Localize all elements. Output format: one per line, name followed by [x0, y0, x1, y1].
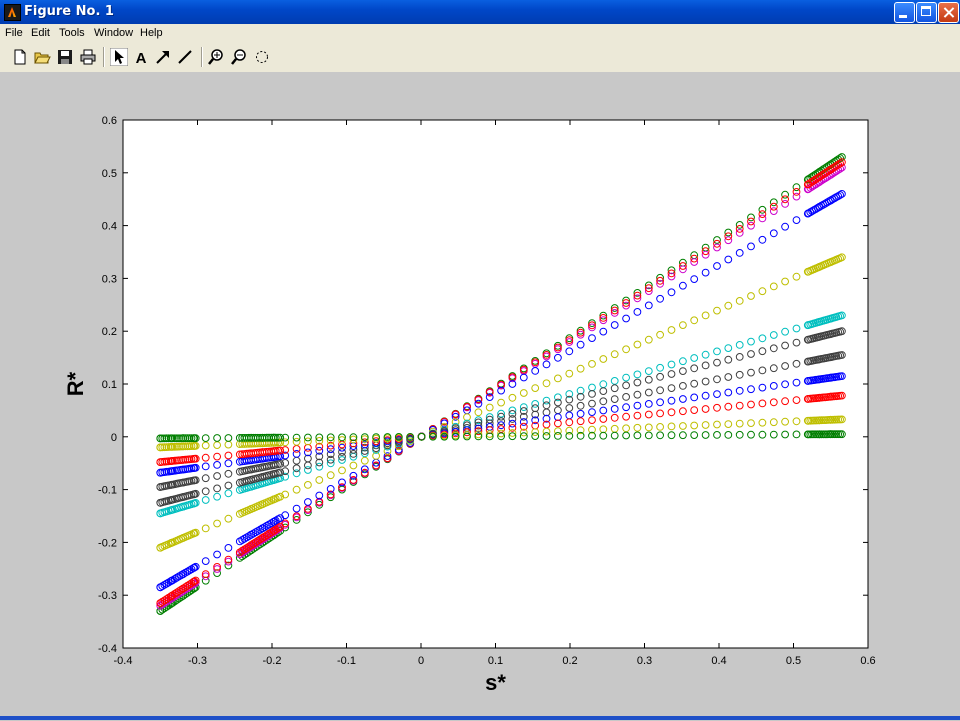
maximize-button[interactable] [916, 2, 937, 23]
toolbar-separator [201, 47, 203, 67]
x-tick-label: 0.3 [637, 655, 652, 667]
menu-edit[interactable]: Edit [31, 27, 50, 39]
save-icon[interactable] [56, 48, 74, 66]
x-axis-label: s* [485, 670, 506, 695]
menu-window[interactable]: Window [94, 27, 133, 39]
y-tick-label: -0.1 [98, 485, 117, 497]
y-tick-label: 0 [111, 432, 117, 444]
print-icon[interactable] [79, 48, 97, 66]
text-icon[interactable]: A [132, 48, 150, 66]
y-tick-label: 0.3 [102, 273, 117, 285]
y-tick-label: 0.4 [102, 221, 117, 233]
x-tick-label: -0.2 [263, 655, 282, 667]
x-tick-label: -0.1 [337, 655, 356, 667]
y-axis-label: R* [63, 371, 88, 396]
svg-text:A: A [136, 50, 147, 66]
new-file-icon[interactable] [11, 48, 29, 66]
menu-help[interactable]: Help [140, 27, 163, 39]
pointer-icon[interactable] [110, 48, 128, 66]
x-tick-label: 0 [418, 655, 424, 667]
taskbar-edge [0, 716, 960, 720]
x-tick-label: -0.4 [114, 655, 133, 667]
arrow-icon[interactable] [154, 48, 172, 66]
axes-background [122, 119, 869, 649]
y-tick-label: -0.3 [98, 590, 117, 602]
y-tick-label: 0.5 [102, 168, 117, 180]
y-tick-label: -0.2 [98, 537, 117, 549]
menu-bar: File Edit Tools Window Help [0, 24, 960, 42]
toolbar: A [0, 42, 960, 73]
x-tick-label: 0.4 [711, 655, 726, 667]
y-tick-label: 0.2 [102, 326, 117, 338]
y-tick-label: 0.1 [102, 379, 117, 391]
zoom-in-icon[interactable] [207, 48, 225, 66]
zoom-out-icon[interactable] [230, 48, 248, 66]
toolbar-separator [103, 47, 105, 67]
minimize-button[interactable] [894, 2, 915, 23]
y-tick-label: -0.4 [98, 643, 117, 655]
menu-tools[interactable]: Tools [59, 27, 85, 39]
menu-file[interactable]: File [5, 27, 23, 39]
x-tick-label: 0.5 [786, 655, 801, 667]
open-folder-icon[interactable] [33, 48, 51, 66]
window-title: Figure No. 1 [24, 4, 114, 19]
x-tick-label: 0.2 [562, 655, 577, 667]
close-button[interactable] [938, 2, 959, 23]
x-tick-label: 0.1 [488, 655, 503, 667]
rotate-icon[interactable] [253, 48, 271, 66]
x-tick-label: 0.6 [860, 655, 875, 667]
x-tick-label: -0.3 [188, 655, 207, 667]
scatter-chart: -0.4 -0.3 -0.2 -0.1 0 0.1 0.2 0.3 0.4 0.5 0.6 -0.4 -… [63, 115, 876, 695]
figure-area: -0.4 -0.3 -0.2 -0.1 0 0.1 0.2 0.3 0.4 0.5 0.6 -0.4 -… [0, 72, 960, 716]
y-tick-label: 0.6 [102, 115, 117, 127]
line-icon[interactable] [176, 48, 194, 66]
matlab-logo-icon [4, 4, 21, 21]
title-bar: Figure No. 1 [0, 0, 960, 24]
